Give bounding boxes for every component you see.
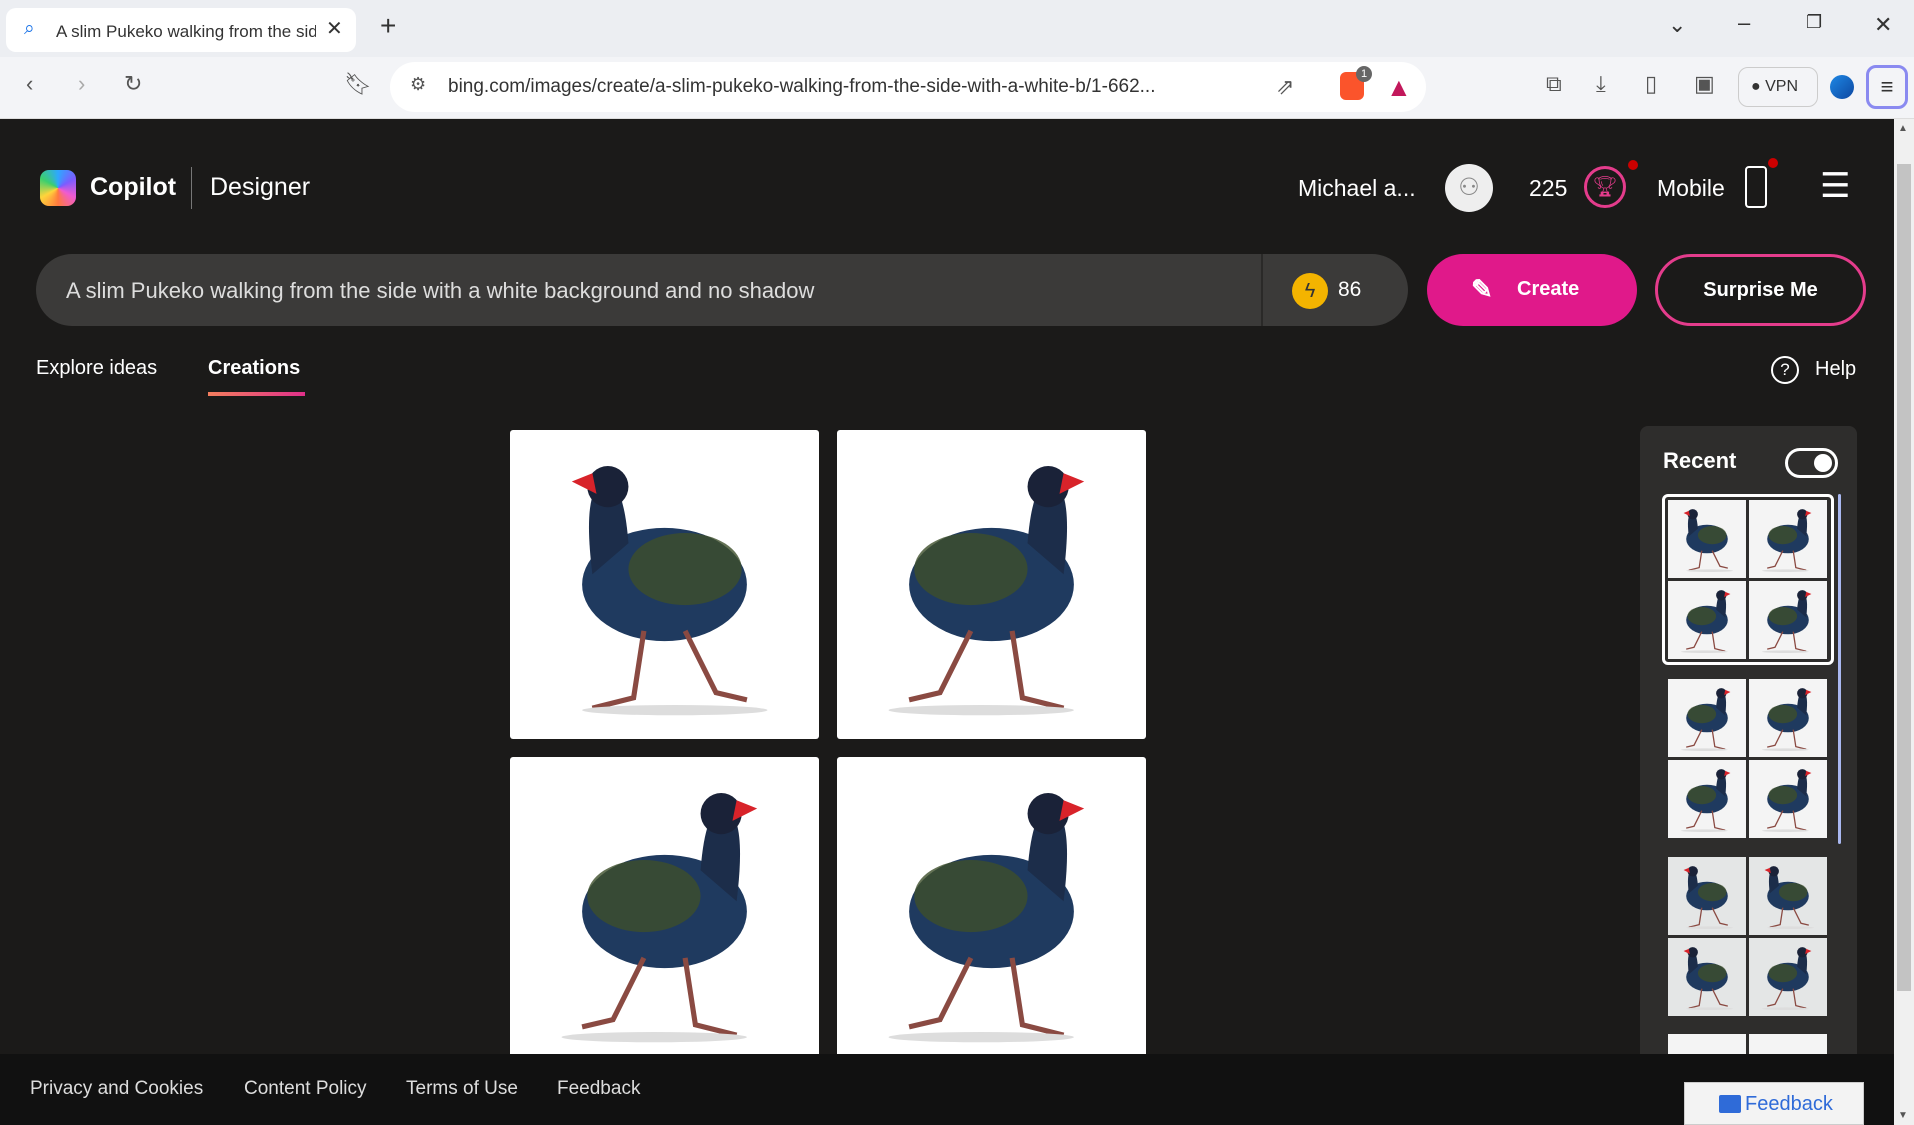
browser-tab[interactable]: ⌕ A slim Pukeko walking from the side wi… [6,8,356,52]
recent-group[interactable] [1668,857,1832,1016]
brand-name[interactable]: Copilot [90,173,176,202]
notification-dot [1768,158,1778,168]
feedback-label: Feedback [1745,1093,1833,1115]
recent-thumbnail[interactable] [1749,760,1827,838]
avatar[interactable]: ⚇ [1445,164,1493,212]
bookmark-icon[interactable]: 🔖︎ [344,71,372,97]
create-label: Create [1517,278,1580,300]
hamburger-menu-icon[interactable]: ☰ [1820,166,1850,206]
tab-title: A slim Pukeko walking from the side with… [56,22,316,41]
surprise-me-button[interactable]: Surprise Me [1655,254,1866,326]
footer-link-terms[interactable]: Terms of Use [406,1078,518,1100]
recent-thumbnail[interactable] [1749,679,1827,757]
menu-icon[interactable]: ≡ [1866,65,1908,109]
recent-title: Recent [1663,448,1737,473]
vpn-button[interactable]: ● VPN [1738,67,1818,107]
chat-icon [1719,1095,1741,1113]
recent-panel: Recent [1640,426,1857,1112]
extensions-icon[interactable]: ⧉ [1546,71,1562,97]
copilot-logo-icon [40,170,76,206]
site-settings-icon[interactable]: ⚙ [410,74,426,95]
boost-coin-icon[interactable]: ϟ [1292,273,1328,309]
recent-thumbnail[interactable] [1668,760,1746,838]
prompt-bar: A slim Pukeko walking from the side with… [36,254,1408,326]
search-icon: ⌕ [24,18,35,39]
recent-thumbnail[interactable] [1749,938,1827,1016]
recent-thumbnail[interactable] [1668,500,1746,578]
recent-thumbnail[interactable] [1668,679,1746,757]
notification-dot [1628,160,1638,170]
back-icon[interactable]: ‹ [26,71,33,97]
restore-icon[interactable]: ❐ [1806,12,1822,33]
chevron-down-icon[interactable]: ⌄ [1668,12,1686,38]
generated-image-2[interactable] [837,430,1146,739]
brave-rewards-icon[interactable]: ▲ [1386,72,1412,103]
footer-link-content-policy[interactable]: Content Policy [244,1078,367,1100]
recent-toggle[interactable] [1785,448,1838,478]
recent-scrollbar[interactable] [1838,494,1841,844]
browser-toolbar: ‹ › ↻ 🔖︎ ⚙ bing.com/images/create/a-slim… [0,57,1914,119]
user-name[interactable]: Michael a... [1298,175,1416,202]
create-button[interactable]: ✎ Create [1427,254,1637,326]
browser-tab-bar: ⌕ A slim Pukeko walking from the side wi… [0,0,1914,57]
vpn-label: VPN [1765,78,1799,95]
mobile-link[interactable]: Mobile [1657,175,1725,202]
recent-thumbnail[interactable] [1749,857,1827,935]
scroll-down-icon[interactable]: ▼ [1898,1110,1908,1121]
address-bar[interactable]: ⚙ bing.com/images/create/a-slim-pukeko-w… [390,62,1426,112]
new-tab-icon[interactable]: + [380,10,396,42]
tab-explore-ideas[interactable]: Explore ideas [36,357,157,380]
close-tab-icon[interactable]: ✕ [326,16,343,41]
footer-link-privacy[interactable]: Privacy and Cookies [30,1078,203,1100]
help-link[interactable]: Help [1815,358,1856,381]
page-scrollbar[interactable]: ▲ ▼ [1894,119,1914,1125]
trophy-icon[interactable]: 🏆︎ [1584,166,1626,208]
prompt-input[interactable]: A slim Pukeko walking from the side with… [66,278,814,304]
brush-icon: ✎ [1471,274,1493,304]
feedback-button[interactable]: Feedback [1684,1082,1864,1125]
generated-image-1[interactable] [510,430,819,739]
phone-icon[interactable] [1745,166,1767,208]
active-tab-indicator [208,392,305,396]
scrollbar-thumb[interactable] [1897,164,1911,991]
generated-image-4[interactable] [837,757,1146,1054]
share-icon[interactable]: ⇗ [1276,74,1294,100]
toggle-knob [1814,454,1832,472]
recent-group[interactable] [1668,679,1832,838]
minimize-icon[interactable]: – [1738,10,1750,36]
recent-thumbnail[interactable] [1668,857,1746,935]
sidebar-icon[interactable]: ▯ [1645,71,1657,97]
product-name[interactable]: Designer [210,173,310,202]
recent-thumbnail[interactable] [1668,938,1746,1016]
close-window-icon[interactable]: ✕ [1874,12,1892,38]
header-divider [191,167,192,209]
boost-count: 86 [1338,278,1362,301]
url-text[interactable]: bing.com/images/create/a-slim-pukeko-wal… [448,76,1155,98]
rewards-points[interactable]: 225 [1529,175,1567,202]
help-icon[interactable]: ? [1771,356,1799,384]
recent-group-selected[interactable] [1662,494,1834,665]
reload-icon[interactable]: ↻ [124,71,142,97]
recent-thumbnail[interactable] [1749,500,1827,578]
footer-link-feedback[interactable]: Feedback [557,1078,640,1100]
recent-thumbnail[interactable] [1668,581,1746,659]
wallet-icon[interactable]: ▣ [1694,71,1715,97]
forward-icon[interactable]: › [78,71,85,97]
prompt-divider [1261,254,1263,326]
brave-badge: 1 [1356,66,1372,82]
recent-thumbnail[interactable] [1749,581,1827,659]
footer: Privacy and Cookies Content Policy Terms… [0,1054,1894,1125]
profile-icon[interactable] [1830,75,1854,99]
download-icon[interactable]: ⤓ [1596,71,1606,97]
tab-creations[interactable]: Creations [208,357,300,380]
generated-image-3[interactable] [510,757,819,1054]
scroll-up-icon[interactable]: ▲ [1898,123,1908,134]
